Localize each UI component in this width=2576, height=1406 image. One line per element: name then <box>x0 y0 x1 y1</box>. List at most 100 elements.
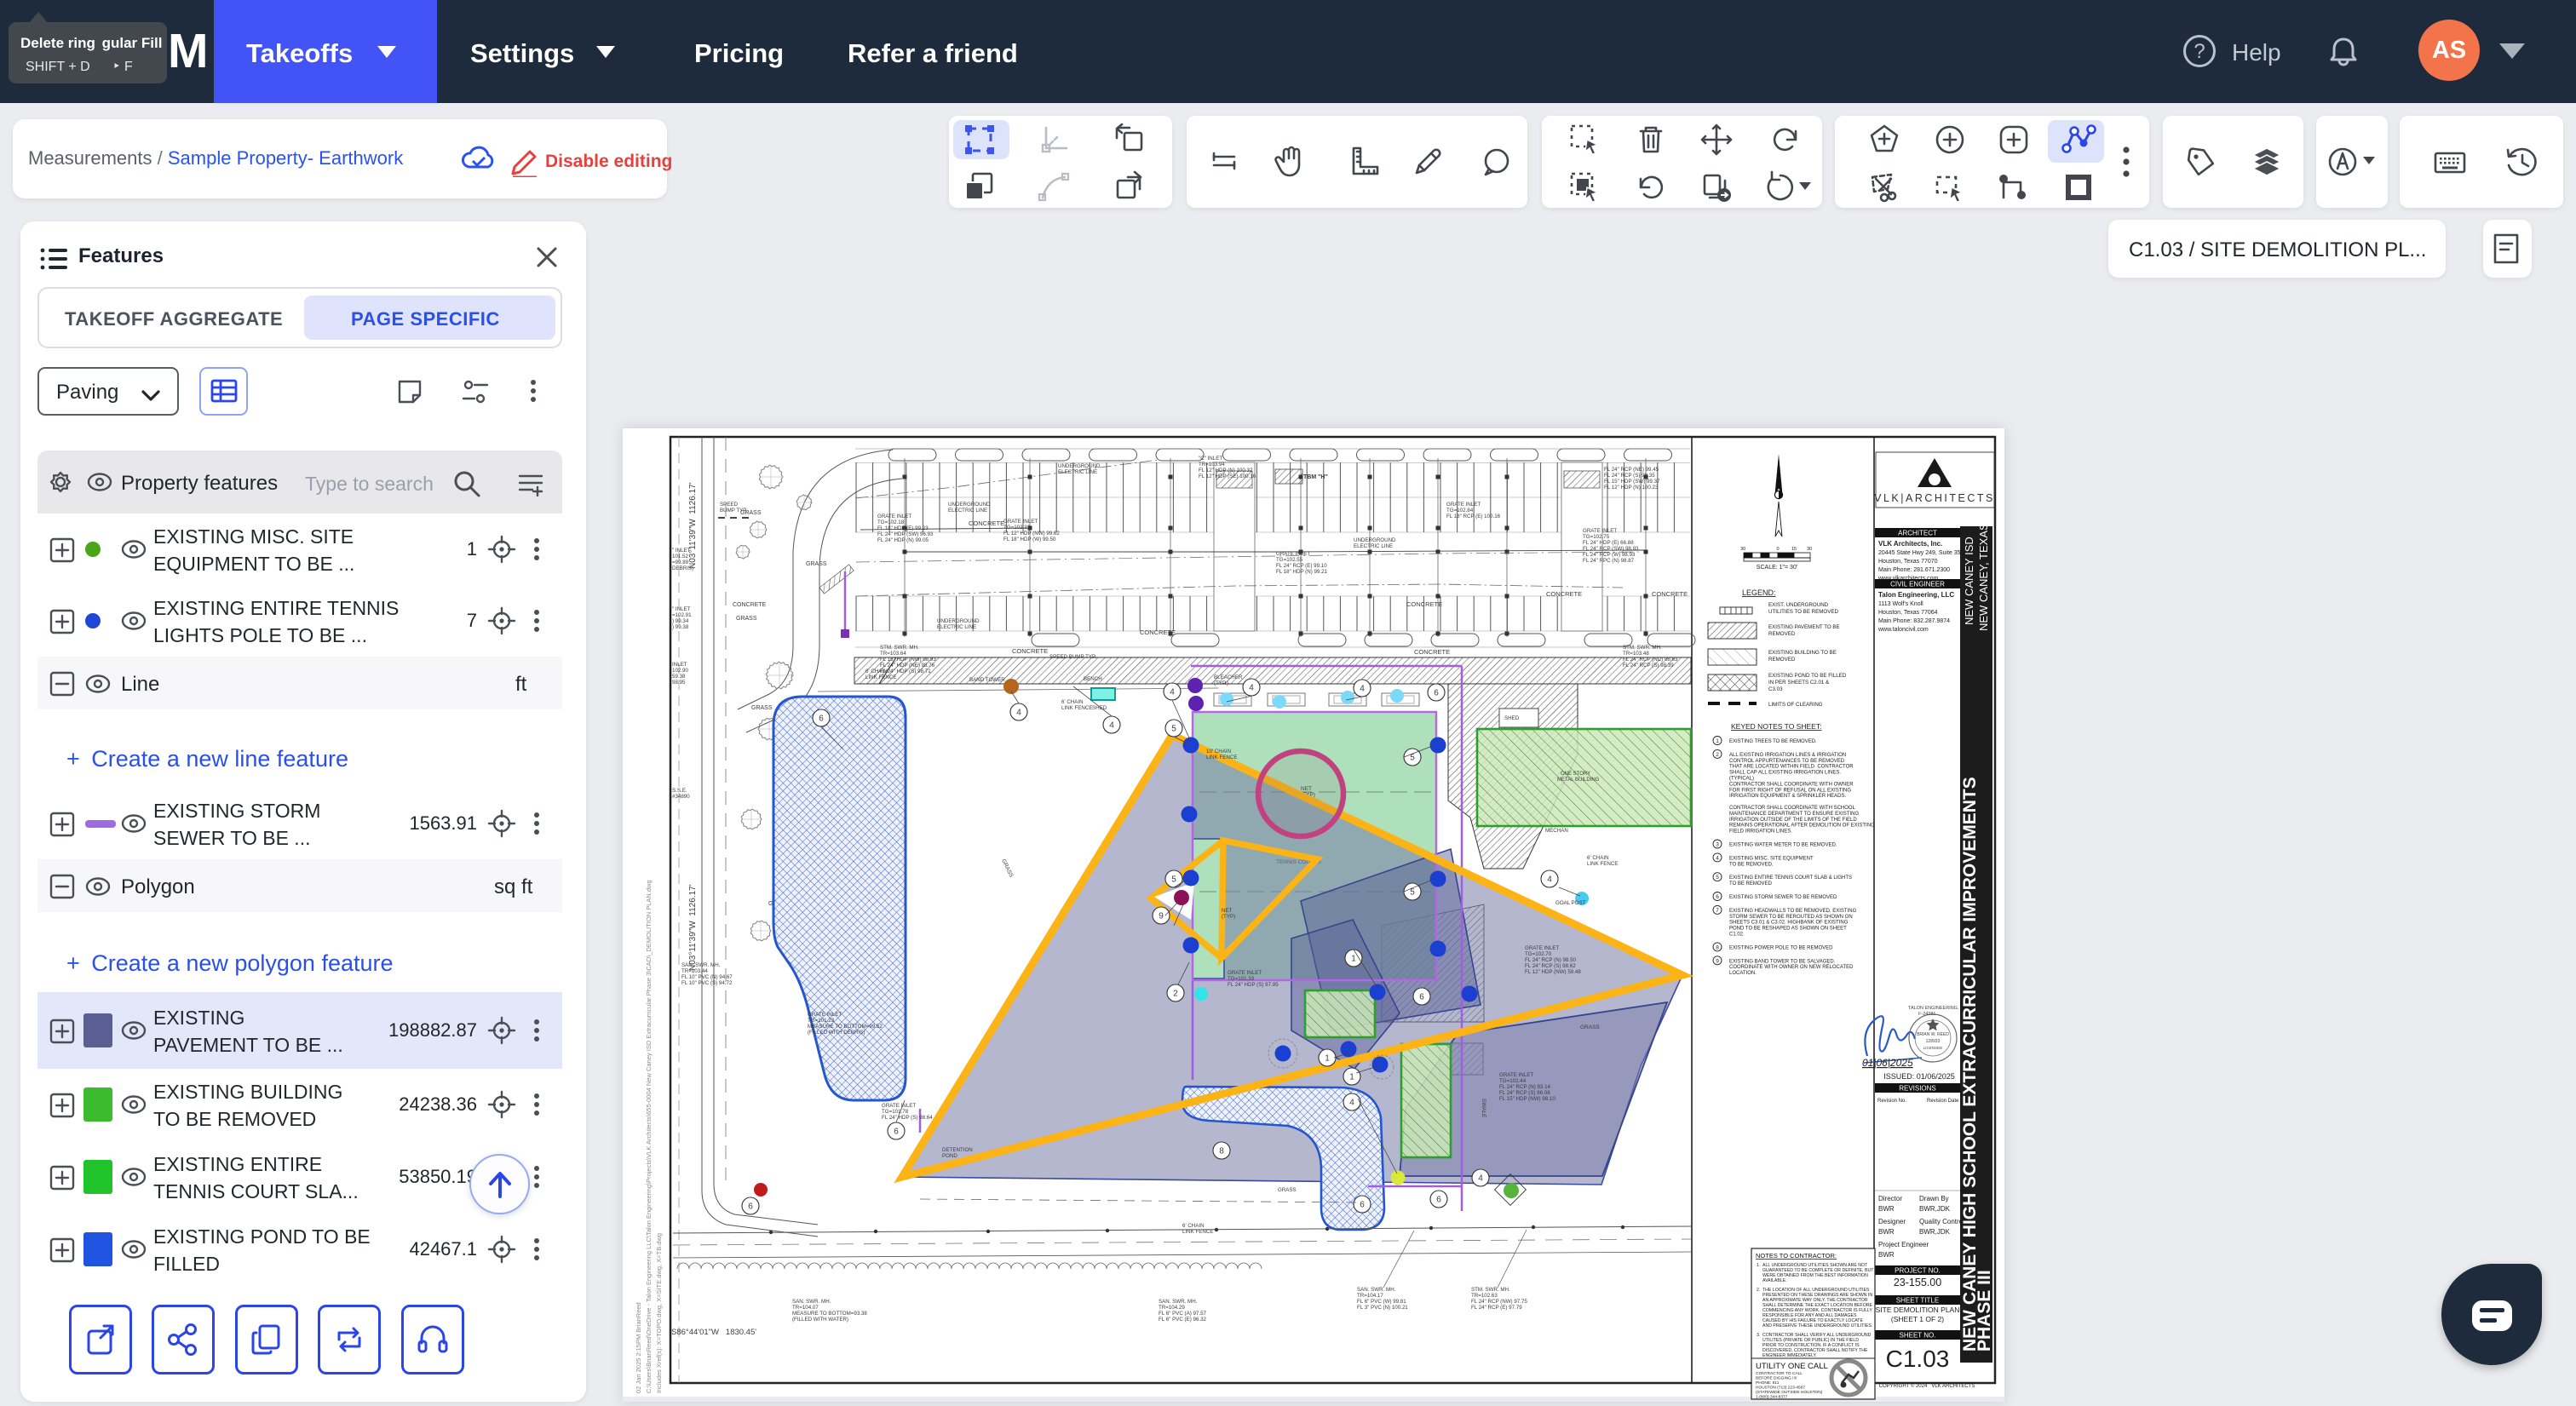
svg-text:6' CHAIN: 6' CHAIN <box>1182 1223 1205 1229</box>
svg-text:GRASS: GRASS <box>1278 1187 1297 1193</box>
svg-text:SHEET NO.: SHEET NO. <box>1900 1332 1936 1340</box>
svg-text:EXISTING TREES TO BE REMOVED.: EXISTING TREES TO BE REMOVED. <box>1729 739 1817 744</box>
svg-text:20445 State Hwy 249, Suite 350: 20445 State Hwy 249, Suite 350 <box>1878 550 1964 556</box>
svg-text:GRASS: GRASS <box>736 616 757 622</box>
svg-text:FL 18" RCP (E) 100.16: FL 18" RCP (E) 100.16 <box>1446 514 1501 519</box>
svg-text:THAT ARE LOCATED WITHIN FIELD.: THAT ARE LOCATED WITHIN FIELD. CONTRACTO… <box>1729 765 1854 770</box>
svg-text:TR=104.07: TR=104.07 <box>792 1305 819 1311</box>
svg-text:UTILITIES TO BE REMOVED: UTILITIES TO BE REMOVED <box>1768 609 1838 615</box>
svg-text:EXISTING STORM SEWER TO BE REM: EXISTING STORM SEWER TO BE REMOVED <box>1729 895 1837 900</box>
svg-text:www.taloncivil.com: www.taloncivil.com <box>1877 627 1929 633</box>
svg-text:BWR,JDK: BWR,JDK <box>1919 1228 1951 1236</box>
svg-text:UNDERGROUND: UNDERGROUND <box>937 618 980 624</box>
svg-text:Project Engineer: Project Engineer <box>1878 1241 1929 1248</box>
svg-text:TR=102.63: TR=102.63 <box>1471 1293 1498 1299</box>
svg-text:8: 8 <box>1716 944 1719 950</box>
svg-text:LINK FENCE: LINK FENCE <box>1061 705 1092 711</box>
svg-text:BWR: BWR <box>1878 1251 1895 1259</box>
svg-text:TG=101.33: TG=101.33 <box>1228 976 1255 982</box>
svg-text:ELECTRIC LINE: ELECTRIC LINE <box>1354 543 1393 549</box>
svg-text:HOUSTON (713) 223-4567: HOUSTON (713) 223-4567 <box>1756 1386 1805 1391</box>
svg-text:FL 24" RCP (E) 99.10: FL 24" RCP (E) 99.10 <box>1276 563 1327 569</box>
svg-text:SHED: SHED <box>1504 715 1520 721</box>
svg-text:FL 10" PVC (S) 94.72: FL 10" PVC (S) 94.72 <box>681 980 733 986</box>
svg-text:6: 6 <box>1716 894 1719 900</box>
svg-text:EXISTING PAVEMENT TO BE: EXISTING PAVEMENT TO BE <box>1768 624 1840 630</box>
svg-text:SAN. SWR. MH.: SAN. SWR. MH. <box>1159 1299 1198 1305</box>
svg-text:Designer: Designer <box>1878 1218 1906 1225</box>
svg-text:TR=103.44: TR=103.44 <box>681 968 708 974</box>
svg-text:6' CHAIN: 6' CHAIN <box>1587 855 1609 861</box>
svg-text:4: 4 <box>1716 855 1719 861</box>
svg-text:Includes Xref(s): X=TOPO.dwg,: Includes Xref(s): X=TOPO.dwg, X=SITE.dwg… <box>655 1233 663 1393</box>
svg-text:NEW CANEY, TEXAS: NEW CANEY, TEXAS <box>1977 523 1990 631</box>
svg-text:23-155.00: 23-155.00 <box>1894 1277 1941 1288</box>
svg-text:FL 24" RCP (SW) 98.93: FL 24" RCP (SW) 98.93 <box>1583 546 1639 552</box>
svg-text:GRASS: GRASS <box>751 705 773 711</box>
svg-text:TG=102.55: TG=102.55 <box>1276 557 1303 563</box>
svg-text:MEASURE TO BOTTOM=93.38: MEASURE TO BOTTOM=93.38 <box>792 1311 867 1317</box>
svg-text:INLET: INLET <box>672 662 687 668</box>
svg-text:DETENTION: DETENTION <box>942 1147 973 1153</box>
svg-text:REMAINS OPERATIONAL AFTER DEMO: REMAINS OPERATIONAL AFTER DEMOLITION OF … <box>1729 824 1875 829</box>
svg-text:GRASS: GRASS <box>1580 1024 1600 1030</box>
svg-text:FL 12" HDP (N) 100.32: FL 12" HDP (N) 100.32 <box>1199 468 1253 473</box>
svg-text:AVAILABLE.: AVAILABLE. <box>1762 1278 1787 1283</box>
svg-text:SCALE: 1"= 30': SCALE: 1"= 30' <box>1757 565 1797 571</box>
svg-text:" INLET: " INLET <box>672 548 691 554</box>
svg-text:UTILITY ONE CALL: UTILITY ONE CALL <box>1756 1362 1828 1371</box>
svg-text:EXISTING ENTIRE TENNIS COURT S: EXISTING ENTIRE TENNIS COURT SLAB & LIGH… <box>1729 875 1852 881</box>
svg-text:S.S.E.: S.S.E. <box>672 788 687 794</box>
svg-text:Main Phone: 281.671.2300: Main Phone: 281.671.2300 <box>1878 567 1950 573</box>
svg-text:KEYED NOTES TO SHEET:: KEYED NOTES TO SHEET: <box>1731 722 1821 731</box>
svg-text:3.: 3. <box>1757 1333 1760 1338</box>
svg-text:ARCHITECT: ARCHITECT <box>1898 530 1937 537</box>
svg-text:UNDERGROUND: UNDERGROUND <box>948 502 991 508</box>
svg-text:Director: Director <box>1878 1195 1902 1202</box>
svg-text:Revision Date: Revision Date <box>1927 1099 1959 1104</box>
svg-text:GRATE INLET: GRATE INLET <box>877 514 911 519</box>
svg-text:FL 24" HDP (S) 98.64: FL 24" HDP (S) 98.64 <box>882 1115 933 1121</box>
svg-text:5: 5 <box>1410 888 1415 898</box>
svg-text:(TYPICAL): (TYPICAL) <box>1729 777 1754 782</box>
svg-text:TG=102.75: TG=102.75 <box>1583 534 1610 540</box>
svg-text:1: 1 <box>1349 1073 1354 1082</box>
svg-text:FL 24" RCP (NW) 97.75: FL 24" RCP (NW) 97.75 <box>1471 1299 1527 1305</box>
svg-text:4: 4 <box>1170 688 1175 697</box>
svg-text:TR=103.48: TR=103.48 <box>1623 651 1649 657</box>
svg-text:6: 6 <box>1436 1196 1441 1205</box>
svg-text:UNDERGROUND: UNDERGROUND <box>1354 537 1396 543</box>
svg-text:FL 10" PVC (N) 94.67: FL 10" PVC (N) 94.67 <box>681 974 733 980</box>
svg-text:NOTES TO CONTRACTOR:: NOTES TO CONTRACTOR: <box>1756 1252 1837 1260</box>
svg-text:6: 6 <box>1360 1201 1365 1210</box>
svg-text:SHALL CAP ALL EXISTING IRRIGAT: SHALL CAP ALL EXISTING IRRIGATION LINES. <box>1729 771 1841 776</box>
svg-text:GRATE INLET: GRATE INLET <box>1003 519 1038 525</box>
svg-text:98.95: 98.95 <box>672 680 686 686</box>
svg-text:1: 1 <box>1351 955 1356 964</box>
svg-text:BWR: BWR <box>1878 1228 1895 1236</box>
svg-text:MEASURE TO BOTTOM=99.52: MEASURE TO BOTTOM=99.52 <box>808 1024 883 1030</box>
svg-text:VLK|ARCHITECTS: VLK|ARCHITECTS <box>1874 492 1995 504</box>
svg-text:TO BE REMOVED.: TO BE REMOVED. <box>1729 862 1774 867</box>
svg-text:FL 24" RCP (S) 99.35: FL 24" RCP (S) 99.35 <box>1604 473 1655 479</box>
svg-text:2.: 2. <box>1757 1288 1760 1293</box>
svg-text:FL 24" RCP (N) 98.50: FL 24" RCP (N) 98.50 <box>1525 957 1577 963</box>
svg-text:) 99.34: ) 99.34 <box>672 618 689 624</box>
svg-text:TG=102.44: TG=102.44 <box>1499 1078 1527 1084</box>
svg-text:) 99.38: ) 99.38 <box>672 624 689 630</box>
svg-text:4: 4 <box>1109 721 1114 731</box>
svg-text:MECHAN: MECHAN <box>1545 828 1568 834</box>
svg-text:SAN. SWR. MH.: SAN. SWR. MH. <box>1357 1287 1396 1293</box>
svg-text:Revision No.: Revision No. <box>1877 1099 1906 1104</box>
svg-text:=99.89: =99.89 <box>672 560 689 565</box>
svg-text:1113 Wolf's Knoll: 1113 Wolf's Knoll <box>1878 601 1923 607</box>
svg-text:3: 3 <box>1716 842 1719 848</box>
svg-text:CONTRACTOR SHALL COORDINATE WI: CONTRACTOR SHALL COORDINATE WITH SCHOOL <box>1729 806 1856 811</box>
svg-text:CONCRETE: CONCRETE <box>1546 590 1582 598</box>
svg-text:CONCRETE: CONCRETE <box>1406 600 1442 608</box>
svg-text:TG=102.32: TG=102.32 <box>1003 525 1031 531</box>
svg-text:C1.02.: C1.02. <box>1729 933 1745 938</box>
svg-text:UNDERGROUND: UNDERGROUND <box>1058 463 1101 469</box>
svg-text:102.90: 102.90 <box>672 668 688 674</box>
svg-text:LEGEND:: LEGEND: <box>1742 588 1776 597</box>
